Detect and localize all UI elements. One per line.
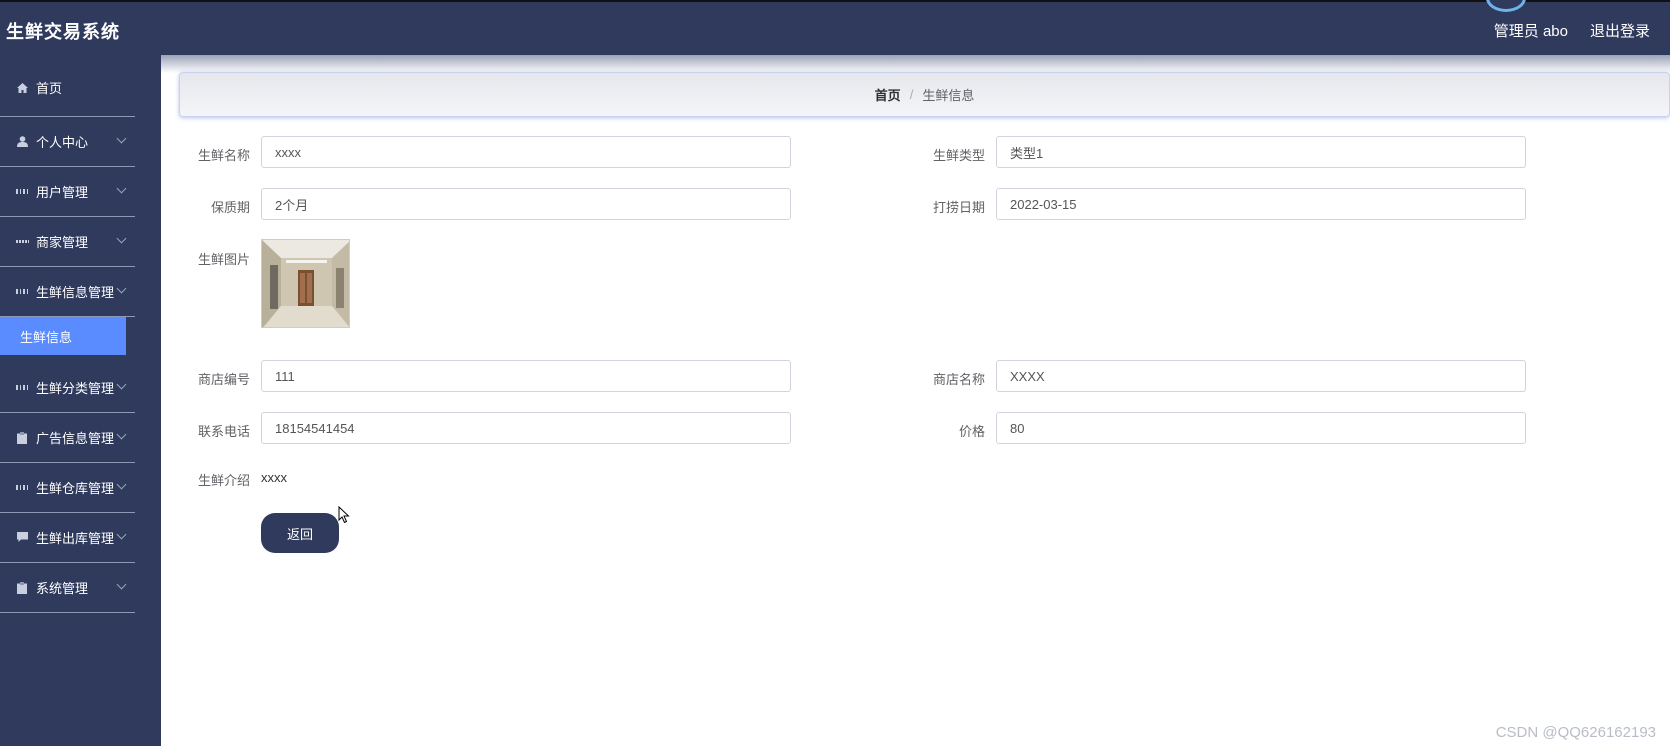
sidebar-item-warehouse-management[interactable]: 生鲜仓库管理 — [0, 463, 135, 513]
breadcrumb-separator: / — [909, 87, 914, 102]
home-icon — [16, 82, 28, 94]
breadcrumb: 首页 / 生鲜信息 — [179, 72, 1670, 117]
user-label[interactable]: 管理员 abo — [1494, 20, 1568, 41]
shop-no-field[interactable]: 111 — [261, 360, 791, 392]
sidebar-subitem-fresh-info[interactable]: 生鲜信息 — [0, 317, 126, 355]
intro-text: xxxx — [261, 470, 287, 485]
sidebar-item-label: 广告信息管理 — [36, 431, 115, 446]
grid-icon — [16, 186, 28, 198]
sidebar-item-label: 生鲜出库管理 — [36, 531, 115, 546]
shelf-life-label: 保质期 — [210, 200, 250, 215]
image-label: 生鲜图片 — [197, 252, 250, 267]
sidebar-item-personal-center[interactable]: 个人中心 — [0, 117, 135, 167]
chevron-down-icon — [116, 529, 127, 540]
sidebar-item-label: 商家管理 — [36, 235, 89, 250]
catch-date-field[interactable]: 2022-03-15 — [996, 188, 1526, 220]
sidebar-item-home[interactable]: 首页 — [0, 55, 135, 117]
watermark: CSDN @QQ626162193 — [1495, 724, 1656, 741]
sidebar-item-system-management[interactable]: 系统管理 — [0, 563, 135, 613]
clipboard-icon — [16, 431, 28, 444]
mouse-cursor-icon — [338, 505, 350, 529]
chevron-down-icon — [116, 479, 127, 490]
intro-label: 生鲜介绍 — [197, 473, 250, 488]
person-icon — [16, 136, 28, 148]
dots-grid-icon — [16, 236, 28, 248]
phone-field[interactable]: 18154541454 — [261, 412, 791, 444]
chevron-down-icon — [116, 183, 127, 194]
sidebar-item-label: 生鲜仓库管理 — [36, 481, 115, 496]
sidebar-item-label: 用户管理 — [36, 185, 89, 200]
user-area: 管理员 abo 退出登录 — [1494, 20, 1650, 41]
sidebar-item-label: 首页 — [36, 81, 63, 96]
shop-name-field[interactable]: XXXX — [996, 360, 1526, 392]
shelf-life-field[interactable]: 2个月 — [261, 188, 791, 220]
sidebar-item-user-management[interactable]: 用户管理 — [0, 167, 135, 217]
chevron-down-icon — [116, 429, 127, 440]
grid-icon — [16, 286, 28, 298]
type-field[interactable]: 类型1 — [996, 136, 1526, 168]
chat-icon — [16, 532, 28, 544]
shop-no-label: 商店编号 — [197, 372, 250, 387]
clipboard-icon — [16, 581, 28, 594]
back-button[interactable]: 返回 — [261, 513, 339, 553]
price-field[interactable]: 80 — [996, 412, 1526, 444]
breadcrumb-home[interactable]: 首页 — [875, 85, 901, 104]
avatar[interactable] — [1486, 0, 1526, 12]
sidebar-item-label: 生鲜信息管理 — [36, 285, 115, 300]
main-shade — [161, 55, 1670, 73]
chevron-down-icon — [116, 283, 127, 294]
sidebar-item-fresh-info-management[interactable]: 生鲜信息管理 — [0, 267, 135, 317]
sidebar-item-category-management[interactable]: 生鲜分类管理 — [0, 363, 135, 413]
grid-icon — [16, 482, 28, 494]
catch-date-label: 打捞日期 — [932, 200, 985, 215]
sidebar-item-merchant-management[interactable]: 商家管理 — [0, 217, 135, 267]
chevron-down-icon — [116, 379, 127, 390]
type-label: 生鲜类型 — [932, 148, 985, 163]
app-title: 生鲜交易系统 — [6, 22, 120, 42]
shop-name-label: 商店名称 — [932, 372, 985, 387]
sidebar-item-ad-management[interactable]: 广告信息管理 — [0, 413, 135, 463]
chevron-down-icon — [116, 233, 127, 244]
fresh-product-image — [261, 239, 350, 328]
sidebar-item-outbound-management[interactable]: 生鲜出库管理 — [0, 513, 135, 563]
phone-label: 联系电话 — [197, 424, 250, 439]
sidebar: 首页 个人中心 用户管理 商家管理 生鲜信息管理 生鲜信息 生鲜分类管理 广告信… — [0, 55, 161, 746]
logout-button[interactable]: 退出登录 — [1590, 20, 1650, 41]
grid-icon — [16, 382, 28, 394]
chevron-down-icon — [116, 579, 127, 590]
name-label: 生鲜名称 — [197, 148, 250, 163]
top-bar: 生鲜交易系统 管理员 abo 退出登录 — [0, 0, 1670, 55]
breadcrumb-current: 生鲜信息 — [922, 88, 975, 103]
sidebar-item-label: 生鲜分类管理 — [36, 381, 115, 396]
name-field[interactable]: xxxx — [261, 136, 791, 168]
sidebar-item-label: 系统管理 — [36, 581, 89, 596]
sidebar-item-label: 个人中心 — [36, 135, 89, 150]
chevron-down-icon — [116, 133, 127, 144]
price-label: 价格 — [958, 424, 985, 439]
